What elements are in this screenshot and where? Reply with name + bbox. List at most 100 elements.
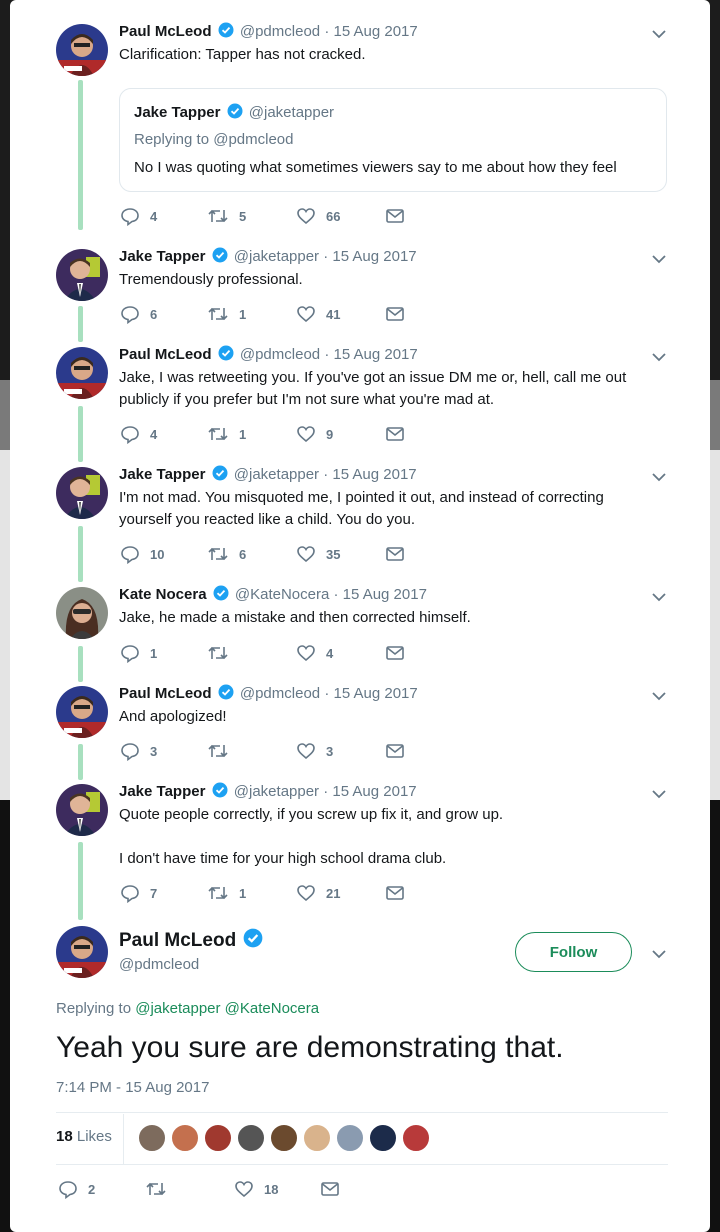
reply-to-link[interactable]: @jaketapper bbox=[135, 1000, 220, 1017]
tweet-date[interactable]: · 15 Aug 2017 bbox=[334, 586, 427, 603]
tweet-date[interactable]: · 15 Aug 2017 bbox=[324, 23, 417, 40]
retweet-button[interactable]: 1 bbox=[207, 883, 246, 903]
retweet-button[interactable]: 1 bbox=[207, 424, 246, 444]
follow-button[interactable]: Follow bbox=[515, 932, 632, 972]
heart-icon bbox=[235, 1181, 253, 1198]
reply-button[interactable]: 4 bbox=[120, 206, 157, 226]
direct-message-button[interactable] bbox=[385, 304, 405, 324]
reply-count: 3 bbox=[150, 743, 158, 759]
envelope-icon bbox=[386, 209, 404, 223]
reply-button[interactable]: 3 bbox=[120, 741, 157, 761]
chevron-down-icon[interactable] bbox=[651, 349, 667, 365]
author-name[interactable]: Jake Tapper bbox=[119, 783, 205, 800]
avatar-jake-tapper[interactable] bbox=[56, 249, 108, 301]
author-handle[interactable]: @KateNocera bbox=[235, 586, 329, 603]
reply-button[interactable]: 10 bbox=[120, 544, 164, 564]
author-handle[interactable]: @pdmcleod bbox=[240, 346, 320, 363]
chevron-down-icon[interactable] bbox=[651, 946, 667, 962]
avatar-kate-nocera[interactable] bbox=[56, 587, 108, 639]
like-button[interactable]: 41 bbox=[296, 304, 340, 324]
liker-avatar[interactable] bbox=[138, 1124, 166, 1152]
direct-message-button[interactable] bbox=[385, 883, 405, 903]
author-handle[interactable]: @jaketapper bbox=[234, 466, 319, 483]
reply-to-link[interactable]: @KateNocera bbox=[225, 1000, 319, 1017]
likers-avatars bbox=[138, 1124, 435, 1157]
like-count: 41 bbox=[326, 306, 341, 322]
author-name[interactable]: Paul McLeod bbox=[119, 685, 212, 702]
liker-avatar[interactable] bbox=[204, 1124, 232, 1152]
chevron-down-icon[interactable] bbox=[651, 251, 667, 267]
reply-count: 4 bbox=[150, 208, 158, 224]
direct-message-button[interactable] bbox=[385, 206, 405, 226]
chevron-down-icon[interactable] bbox=[651, 589, 667, 605]
liker-avatar[interactable] bbox=[270, 1124, 298, 1152]
like-button[interactable]: 35 bbox=[296, 544, 340, 564]
avatar-paul-mcleod[interactable] bbox=[56, 686, 108, 738]
like-button[interactable]: 66 bbox=[296, 206, 340, 226]
chevron-down-icon[interactable] bbox=[651, 469, 667, 485]
like-button[interactable]: 9 bbox=[296, 424, 333, 444]
liker-avatar[interactable] bbox=[336, 1124, 364, 1152]
direct-message-button[interactable] bbox=[385, 544, 405, 564]
author-name[interactable]: Paul McLeod bbox=[119, 23, 212, 40]
tweet-header: Paul McLeod @pdmcleod · 15 Aug 2017 bbox=[119, 345, 418, 365]
liker-avatar[interactable] bbox=[303, 1124, 331, 1152]
like-button[interactable]: 4 bbox=[296, 643, 333, 663]
liker-avatar[interactable] bbox=[237, 1124, 265, 1152]
quoted-author-name: Jake Tapper bbox=[134, 104, 221, 121]
likes-section[interactable]: 18 Likes bbox=[56, 1128, 112, 1145]
tweet-date[interactable]: · 15 Aug 2017 bbox=[324, 685, 417, 702]
tweet-text: Clarification: Tapper has not cracked. bbox=[119, 46, 366, 63]
author-handle[interactable]: @jaketapper bbox=[234, 248, 319, 265]
liker-avatar[interactable] bbox=[369, 1124, 397, 1152]
reply-button[interactable]: 7 bbox=[120, 883, 157, 903]
like-button[interactable]: 21 bbox=[296, 883, 340, 903]
main-timestamp[interactable]: 7:14 PM - 15 Aug 2017 bbox=[56, 1079, 209, 1096]
author-name[interactable]: Jake Tapper bbox=[119, 248, 205, 265]
reply-button[interactable]: 1 bbox=[120, 643, 157, 663]
direct-message-button[interactable] bbox=[385, 741, 405, 761]
liker-avatar[interactable] bbox=[402, 1124, 430, 1152]
verified-badge-icon bbox=[218, 684, 234, 704]
quoted-tweet[interactable]: Jake Tapper @jaketapper Replying to @pdm… bbox=[119, 88, 667, 192]
author-name[interactable]: Kate Nocera bbox=[119, 586, 207, 603]
author-name[interactable]: Jake Tapper bbox=[119, 466, 205, 483]
avatar-jake-tapper[interactable] bbox=[56, 467, 108, 519]
author-handle[interactable]: @pdmcleod bbox=[240, 685, 320, 702]
direct-message-button[interactable] bbox=[320, 1179, 340, 1199]
avatar-jake-tapper[interactable] bbox=[56, 784, 108, 836]
tweet-date[interactable]: · 15 Aug 2017 bbox=[323, 248, 416, 265]
main-author-handle[interactable]: @pdmcleod bbox=[119, 956, 199, 973]
like-count: 66 bbox=[326, 208, 341, 224]
reply-button[interactable]: 4 bbox=[120, 424, 157, 444]
avatar-paul-mcleod[interactable] bbox=[56, 347, 108, 399]
author-handle[interactable]: @jaketapper bbox=[234, 783, 319, 800]
avatar-paul-mcleod[interactable] bbox=[56, 926, 108, 978]
chevron-down-icon[interactable] bbox=[651, 786, 667, 802]
avatar-paul-mcleod[interactable] bbox=[56, 24, 108, 76]
retweet-button[interactable]: 5 bbox=[207, 206, 246, 226]
retweet-button[interactable]: 1 bbox=[207, 304, 246, 324]
retweet-button[interactable] bbox=[207, 741, 239, 761]
chevron-down-icon[interactable] bbox=[651, 688, 667, 704]
reply-icon bbox=[121, 208, 139, 226]
tweet-date[interactable]: · 15 Aug 2017 bbox=[324, 346, 417, 363]
author-name[interactable]: Paul McLeod bbox=[119, 346, 212, 363]
like-count: 9 bbox=[326, 426, 334, 442]
tweet-date[interactable]: · 15 Aug 2017 bbox=[323, 783, 416, 800]
reply-icon bbox=[121, 306, 139, 324]
direct-message-button[interactable] bbox=[385, 424, 405, 444]
retweet-button[interactable] bbox=[145, 1179, 177, 1199]
reply-button[interactable]: 2 bbox=[58, 1179, 95, 1199]
chevron-down-icon[interactable] bbox=[651, 26, 667, 42]
retweet-button[interactable] bbox=[207, 643, 239, 663]
liker-avatar[interactable] bbox=[171, 1124, 199, 1152]
tweet-date[interactable]: · 15 Aug 2017 bbox=[323, 466, 416, 483]
retweet-button[interactable]: 6 bbox=[207, 544, 246, 564]
author-handle[interactable]: @pdmcleod bbox=[240, 23, 320, 40]
like-button[interactable]: 3 bbox=[296, 741, 333, 761]
main-author-name[interactable]: Paul McLeod bbox=[119, 930, 236, 951]
reply-button[interactable]: 6 bbox=[120, 304, 157, 324]
like-button[interactable]: 18 bbox=[234, 1179, 278, 1199]
direct-message-button[interactable] bbox=[385, 643, 405, 663]
